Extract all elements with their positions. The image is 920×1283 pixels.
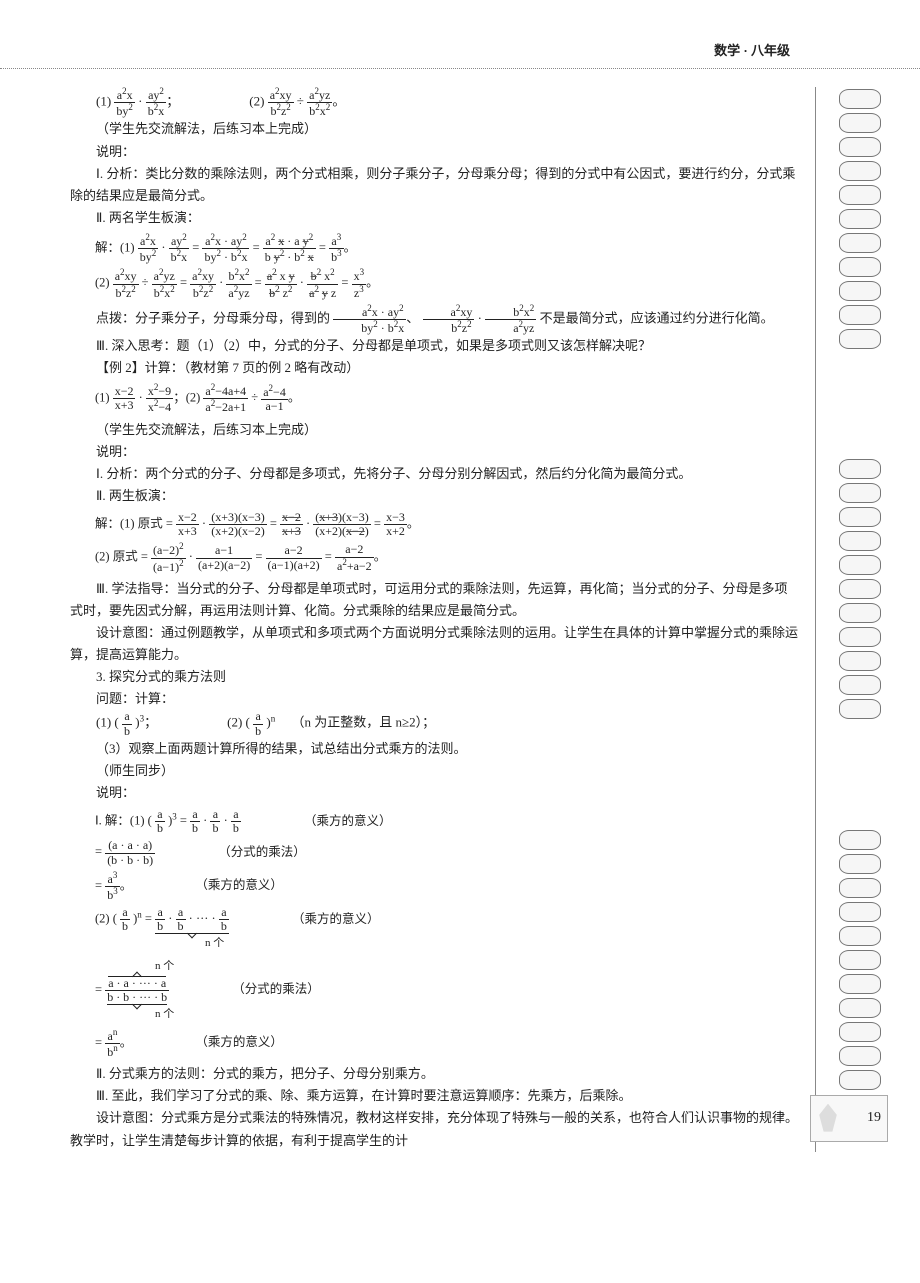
expr-3: (1) ( ab )3； <box>96 710 157 737</box>
brace-label: n 个 <box>205 934 800 953</box>
para: （学生先交流解法，后练习本上完成） <box>70 419 800 441</box>
para: 说明： <box>70 441 800 463</box>
solution-1: 解：(1) a2xby2 · ay2b2x = a2x · ay2by2 · b… <box>95 233 800 264</box>
para: （学生先交流解法，后练习本上完成） <box>70 118 800 140</box>
note: （分式的乘法） <box>232 979 320 1000</box>
para: Ⅰ. 分析：两个分式的分子、分母都是多项式，先将分子、分母分别分解因式，然后约分… <box>70 463 800 485</box>
spiral-binding: 19 <box>815 87 896 1152</box>
page-number: 19 <box>867 1106 881 1130</box>
divider <box>0 68 920 69</box>
calc-3: = a3b3。 （乘方的意义） <box>95 871 800 902</box>
expr-row-2: (1) ( ab )3； (2) ( ab )n （n 为正整数，且 n≥2）； <box>96 710 800 737</box>
content-area: (1) a2xby2 · ay2b2x； (2) a2xyb2z2 ÷ a2yz… <box>0 87 805 1152</box>
para: Ⅲ. 深入思考：题（1）（2）中，分式的分子、分母都是单项式，如果是多项式则又该… <box>70 335 800 357</box>
para: （师生同步） <box>70 760 800 782</box>
calc-2: = (a · a · a)(b · b · b) （分式的乘法） <box>95 839 800 866</box>
page-wrap: (1) a2xby2 · ay2b2x； (2) a2xyb2z2 ÷ a2yz… <box>0 87 920 1152</box>
para: Ⅱ. 两名学生板演： <box>70 207 800 229</box>
page-header: 数学 · 八年级 <box>0 0 920 68</box>
para: （3）观察上面两题计算所得的结果，试总结出分式乘方的法则。 <box>70 738 800 760</box>
text: 不是最简分式，应该通过约分进行化简。 <box>540 310 774 325</box>
expr-row-1: (1) a2xby2 · ay2b2x； (2) a2xyb2z2 ÷ a2yz… <box>96 87 800 118</box>
para: Ⅲ. 学法指导：当分式的分子、分母都是单项式时，可运用分式的乘除法则，先运算，再… <box>70 578 800 622</box>
solution-ex2-1: 解：(1) 原式 = x−2x+3 · (x+3)(x−3)(x+2)(x−2)… <box>95 511 800 538</box>
para: 设计意图：通过例题教学，从单项式和多项式两个方面说明分式乘除法则的运用。让学生在… <box>70 622 800 666</box>
para: 设计意图：分式乘方是分式乘法的特殊情况，教材这样安排，充分体现了特殊与一般的关系… <box>70 1107 800 1151</box>
calc-5: n 个 = a · a · ··· · a b · b · ··· · b （分… <box>95 957 800 1024</box>
para: 3. 探究分式的乘方法则 <box>70 666 800 688</box>
solution-2: (2) a2xyb2z2 ÷ a2yzb2x2 = a2xyb2z2 · b2x… <box>95 268 800 299</box>
expr-2: (2) a2xyb2z2 ÷ a2yzb2x2。 <box>249 87 345 118</box>
brace-label: n 个 <box>155 957 800 976</box>
para: 说明： <box>70 782 800 804</box>
para: Ⅱ. 两生板演： <box>70 485 800 507</box>
calc-6: = anbn。 （乘方的意义） <box>95 1028 800 1059</box>
para: Ⅰ. 分析：类比分数的乘除法则，两个分式相乘，则分子乘分子，分母乘分母；得到的分… <box>70 163 800 207</box>
note: （分式的乘法） <box>218 842 306 863</box>
para: 点拨：分子乘分子，分母乘分母，得到的 a2x · ay2by2 · b2x、 a… <box>70 304 800 335</box>
para: 说明： <box>70 141 800 163</box>
para: Ⅲ. 至此，我们学习了分式的乘、除、乘方运算，在计算时要注意运算顺序：先乘方，后… <box>70 1085 800 1107</box>
calc-1: Ⅰ. 解：(1) ( ab )3 = ab · ab · ab （乘方的意义） <box>95 808 800 835</box>
note: （乘方的意义） <box>195 1032 283 1053</box>
expr-1: (1) a2xby2 · ay2b2x； <box>96 87 179 118</box>
para: Ⅱ. 分式乘方的法则：分式的乘方，把分子、分母分别乘方。 <box>70 1063 800 1085</box>
expr-4: (2) ( ab )n （n 为正整数，且 n≥2）； <box>227 710 435 737</box>
solution-ex2-2: (2) 原式 = (a−2)2(a−1)2 · a−1(a+2)(a−2) = … <box>95 542 800 573</box>
para: 问题：计算： <box>70 688 800 710</box>
page-number-box: 19 <box>810 1095 888 1142</box>
example-2-expr: (1) x−2x+3 · x2−9x2−4；(2) a2−4a+4a2−2a+1… <box>95 383 800 414</box>
calc-4: (2) ( ab )n = ab · ab · ··· · ab （乘方的意义）… <box>95 906 800 953</box>
note: （乘方的意义） <box>292 909 380 930</box>
note: （乘方的意义） <box>304 811 392 832</box>
brace-label: n 个 <box>155 1005 800 1024</box>
note: （乘方的意义） <box>195 875 283 896</box>
text: （n 为正整数，且 n≥2）； <box>291 715 435 730</box>
example-2-title: 【例 2】计算：（教材第 7 页的例 2 略有改动） <box>70 357 800 379</box>
